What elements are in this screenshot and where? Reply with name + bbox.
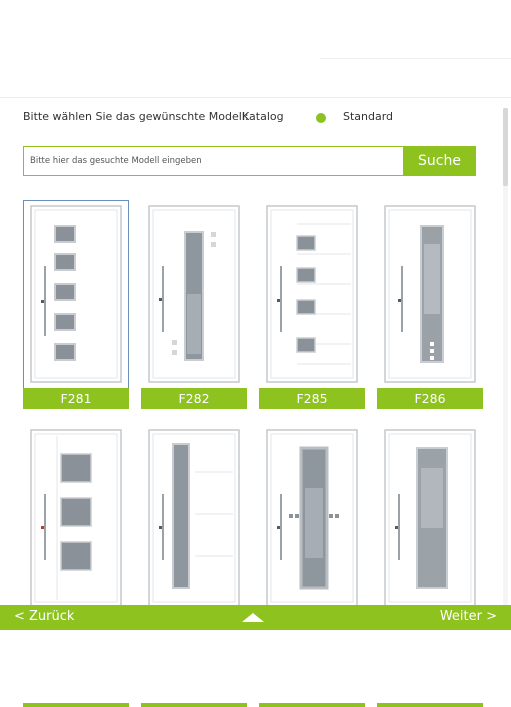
- tile-label-bar: [141, 703, 247, 707]
- model-selection-prompt: Bitte wählen Sie das gewünschte Modell:: [23, 110, 249, 123]
- door-image: [384, 429, 476, 607]
- tile-label-bar: [259, 703, 365, 707]
- door-f285-image: [266, 205, 358, 383]
- search-button[interactable]: Suche: [403, 146, 476, 176]
- door-f286-image: [384, 205, 476, 383]
- model-label-f282: F282: [141, 388, 247, 409]
- model-label-f286: F286: [377, 388, 483, 409]
- tile-label-bar: [377, 703, 483, 707]
- option-standard[interactable]: Standard: [343, 110, 393, 123]
- scrollbar[interactable]: [503, 108, 508, 628]
- bottom-navigation-bar: < Zurück Weiter >: [0, 605, 511, 630]
- scrollbar-thumb[interactable]: [503, 108, 508, 186]
- door-f281-image: [30, 205, 122, 383]
- door-image: [266, 429, 358, 607]
- model-search-input[interactable]: [23, 146, 408, 176]
- door-image: [30, 429, 122, 607]
- door-image: [148, 429, 240, 607]
- model-label-f285: F285: [259, 388, 365, 409]
- back-button[interactable]: < Zurück: [14, 609, 74, 624]
- model-label-f281: F281: [23, 388, 129, 409]
- radio-selected-icon[interactable]: [316, 113, 326, 123]
- model-selection-panel: Bitte wählen Sie das gewünschte Modell: …: [0, 97, 511, 707]
- next-button[interactable]: Weiter >: [440, 609, 497, 624]
- tile-label-bar: [23, 703, 129, 707]
- header-divider: [320, 58, 511, 59]
- scroll-up-icon[interactable]: [242, 613, 264, 622]
- door-f282-image: [148, 205, 240, 383]
- option-katalog[interactable]: Katalog: [242, 110, 284, 123]
